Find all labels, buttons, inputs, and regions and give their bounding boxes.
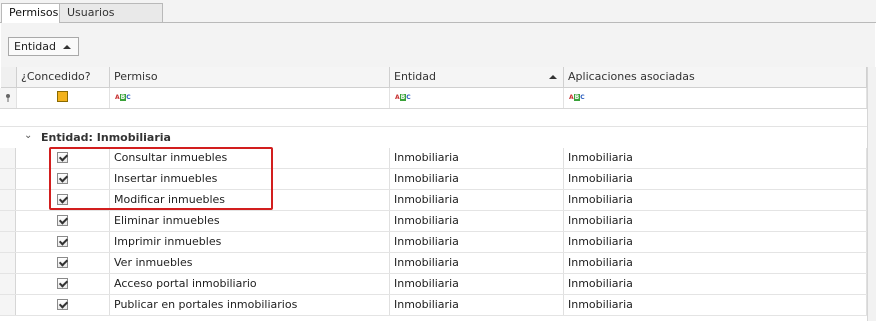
cell-concedido[interactable] <box>16 169 110 189</box>
text-filter-icon: ABC <box>115 94 131 101</box>
row-indicator[interactable] <box>0 148 16 168</box>
column-header-permiso[interactable]: Permiso <box>110 67 390 88</box>
cell-aplicaciones: Inmobiliaria <box>564 232 867 252</box>
row-indicator[interactable] <box>0 253 16 273</box>
group-row-entidad[interactable]: ⌄ Entidad: Inmobiliaria <box>0 127 867 147</box>
column-header-concedido[interactable]: ¿Concedido? <box>17 67 110 88</box>
cell-entidad: Inmobiliaria <box>390 190 564 210</box>
checkbox-checked[interactable] <box>57 299 68 310</box>
group-row-label: Entidad: Inmobiliaria <box>41 131 171 144</box>
chevron-down-icon[interactable]: ⌄ <box>24 130 32 141</box>
checkbox-checked[interactable] <box>57 236 68 247</box>
cell-aplicaciones: Inmobiliaria <box>564 295 867 315</box>
sort-ascending-icon <box>63 45 71 49</box>
auto-filter-row: ABC ABC ABC <box>0 88 867 109</box>
text-filter-icon: ABC <box>569 94 585 101</box>
cell-concedido[interactable] <box>16 274 110 294</box>
text-filter-icon: ABC <box>395 94 411 101</box>
cell-entidad: Inmobiliaria <box>390 169 564 189</box>
group-by-entidad-button[interactable]: Entidad <box>8 37 79 56</box>
row-indicator-header <box>1 67 17 88</box>
cell-aplicaciones: Inmobiliaria <box>564 274 867 294</box>
row-indicator[interactable] <box>0 274 16 294</box>
cell-permiso: Consultar inmuebles <box>110 148 390 168</box>
row-indicator[interactable] <box>0 211 16 231</box>
table-row[interactable]: Acceso portal inmobiliario Inmobiliaria In… <box>0 274 867 295</box>
cell-concedido[interactable] <box>16 190 110 210</box>
cell-permiso: Insertar inmuebles <box>110 169 390 189</box>
checkbox-checked[interactable] <box>57 173 68 184</box>
cell-entidad: Inmobiliaria <box>390 295 564 315</box>
table-row[interactable]: Insertar inmuebles Inmobiliaria Inmobiliar… <box>0 169 867 190</box>
row-indicator[interactable] <box>0 190 16 210</box>
cell-concedido[interactable] <box>16 295 110 315</box>
filter-pin-icon <box>6 94 10 102</box>
cell-entidad: Inmobiliaria <box>390 232 564 252</box>
row-indicator[interactable] <box>0 232 16 252</box>
cell-concedido[interactable] <box>16 148 110 168</box>
cell-aplicaciones: Inmobiliaria <box>564 148 867 168</box>
table-row[interactable]: Eliminar inmuebles Inmobiliaria Inmobiliar… <box>0 211 867 232</box>
table-row[interactable]: Ver inmuebles Inmobiliaria Inmobiliaria <box>0 253 867 274</box>
filter-entidad[interactable]: ABC <box>390 88 564 108</box>
vertical-scrollbar[interactable] <box>867 67 876 321</box>
column-header-entidad[interactable]: Entidad <box>390 67 564 88</box>
group-by-panel: Entidad <box>1 23 875 68</box>
checkbox-checked[interactable] <box>57 152 68 163</box>
cell-entidad: Inmobiliaria <box>390 148 564 168</box>
checkbox-checked[interactable] <box>57 194 68 205</box>
tab-usuarios-adscritos[interactable]: Usuarios adscritos <box>59 3 163 37</box>
row-indicator[interactable] <box>0 169 16 189</box>
table-row[interactable]: Publicar en portales inmobiliarios Inmobi… <box>0 295 867 316</box>
checkbox-checked[interactable] <box>57 278 68 289</box>
checkbox-checked[interactable] <box>57 257 68 268</box>
column-header-aplicaciones[interactable]: Aplicaciones asociadas <box>564 67 867 88</box>
cell-concedido[interactable] <box>16 253 110 273</box>
table-row[interactable]: Modificar inmuebles Inmobiliaria Inmobilia… <box>0 190 867 211</box>
row-indicator[interactable] <box>0 295 16 315</box>
filter-aplicaciones[interactable]: ABC <box>564 88 867 108</box>
cell-entidad: Inmobiliaria <box>390 253 564 273</box>
cell-concedido[interactable] <box>16 232 110 252</box>
filter-row-indicator <box>0 88 17 108</box>
table-row[interactable]: Consultar inmuebles Inmobiliaria Inmobilia… <box>0 148 867 169</box>
cell-concedido[interactable] <box>16 211 110 231</box>
grid-spacer <box>0 109 867 127</box>
cell-permiso: Imprimir inmuebles <box>110 232 390 252</box>
tab-permisos[interactable]: Permisos <box>1 3 60 23</box>
cell-aplicaciones: Inmobiliaria <box>564 190 867 210</box>
table-row[interactable]: Imprimir inmuebles Inmobiliaria Inmobiliar… <box>0 232 867 253</box>
cell-permiso: Publicar en portales inmobiliarios <box>110 295 390 315</box>
filter-concedido[interactable] <box>17 88 110 108</box>
sort-ascending-icon <box>549 75 557 79</box>
cell-aplicaciones: Inmobiliaria <box>564 253 867 273</box>
cell-aplicaciones: Inmobiliaria <box>564 169 867 189</box>
group-chip-label: Entidad <box>14 40 56 53</box>
cell-entidad: Inmobiliaria <box>390 211 564 231</box>
filter-permiso[interactable]: ABC <box>110 88 390 108</box>
cell-permiso: Modificar inmuebles <box>110 190 390 210</box>
filter-checkbox-indeterminate[interactable] <box>57 91 68 102</box>
checkbox-checked[interactable] <box>57 215 68 226</box>
tab-strip: Permisos Usuarios adscritos <box>0 0 876 37</box>
cell-aplicaciones: Inmobiliaria <box>564 211 867 231</box>
cell-permiso: Eliminar inmuebles <box>110 211 390 231</box>
column-header-entidad-label: Entidad <box>394 70 436 83</box>
cell-entidad: Inmobiliaria <box>390 274 564 294</box>
cell-permiso: Acceso portal inmobiliario <box>110 274 390 294</box>
cell-permiso: Ver inmuebles <box>110 253 390 273</box>
